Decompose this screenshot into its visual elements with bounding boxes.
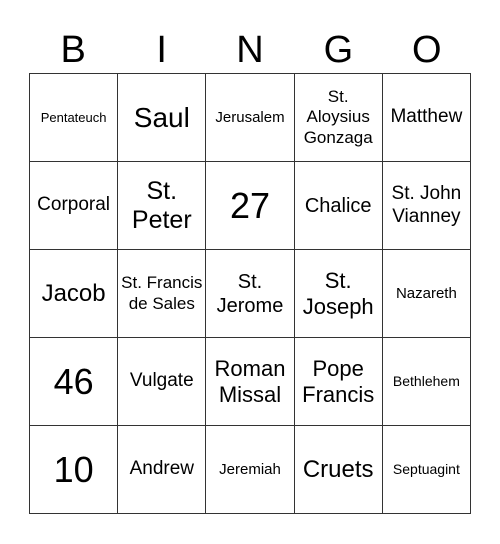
bingo-cell[interactable]: Jacob (30, 250, 119, 338)
bingo-cell[interactable]: St. Francis de Sales (118, 250, 207, 338)
header-letter-o: O (412, 29, 442, 71)
bingo-cell[interactable]: 46 (30, 338, 119, 426)
bingo-header: B I N G O (29, 26, 471, 74)
bingo-cell[interactable]: Jeremiah (206, 426, 295, 514)
bingo-cell[interactable]: Septuagint (382, 426, 471, 514)
bingo-cell[interactable]: 10 (30, 426, 119, 514)
bingo-cell[interactable]: Jerusalem (206, 74, 295, 162)
bingo-cell[interactable]: St. Aloysius Gonzaga (294, 74, 383, 162)
bingo-cell[interactable]: Chalice (294, 162, 383, 250)
bingo-cell[interactable]: Pentateuch (30, 74, 119, 162)
bingo-cell[interactable]: Nazareth (382, 250, 471, 338)
bingo-cell[interactable]: Vulgate (118, 338, 207, 426)
bingo-cell[interactable]: Cruets (294, 426, 383, 514)
bingo-cell[interactable]: St. Peter (118, 162, 207, 250)
header-letter-b: B (60, 29, 86, 71)
header-letter-i: I (156, 29, 167, 71)
header-letter-g: G (323, 29, 354, 71)
bingo-cell[interactable]: Bethlehem (382, 338, 471, 426)
bingo-cell[interactable]: St. John Vianney (382, 162, 471, 250)
bingo-cell[interactable]: Matthew (382, 74, 471, 162)
bingo-cell[interactable]: Pope Francis (294, 338, 383, 426)
bingo-cell[interactable]: St. Jerome (206, 250, 295, 338)
bingo-cell[interactable]: 27 (206, 162, 295, 250)
bingo-cell[interactable]: Corporal (30, 162, 119, 250)
bingo-cell[interactable]: St. Joseph (294, 250, 383, 338)
bingo-board: Pentateuch Saul Jerusalem St. Aloysius G… (29, 73, 471, 514)
bingo-cell[interactable]: Roman Missal (206, 338, 295, 426)
header-letter-n: N (236, 29, 264, 71)
bingo-cell[interactable]: Saul (118, 74, 207, 162)
bingo-cell[interactable]: Andrew (118, 426, 207, 514)
